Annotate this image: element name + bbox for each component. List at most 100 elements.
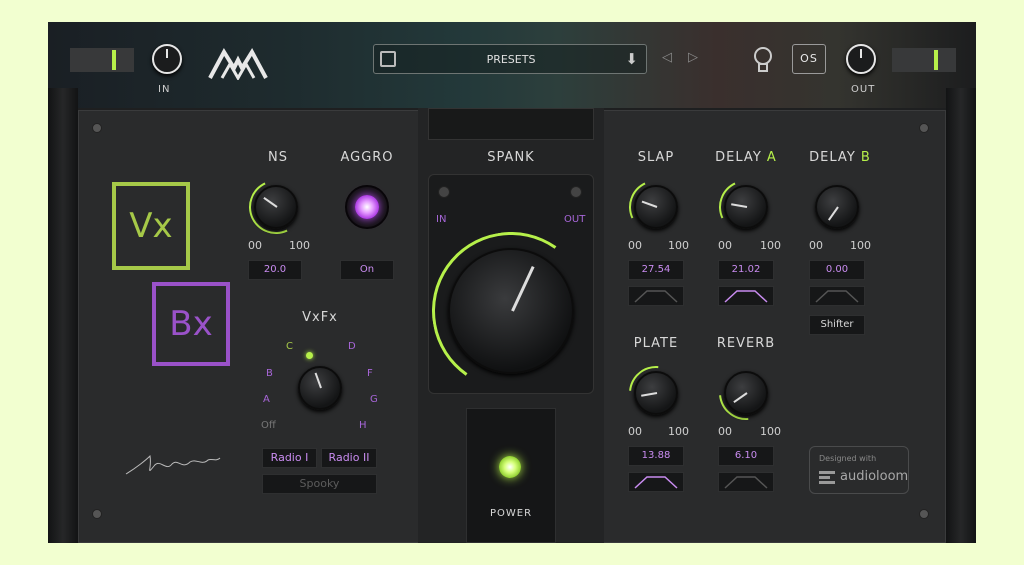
aggro-value[interactable]: On bbox=[340, 260, 394, 280]
input-gain-knob[interactable] bbox=[152, 44, 182, 74]
preset-selector[interactable]: PRESETS ⬇ bbox=[373, 44, 647, 74]
delay-b-value[interactable]: 0.00 bbox=[809, 260, 865, 280]
spank-knob[interactable] bbox=[448, 248, 574, 374]
ns-knob[interactable] bbox=[254, 185, 298, 229]
spank-section: SPANK IN OUT POWER bbox=[418, 108, 604, 543]
plate-shape-button[interactable] bbox=[628, 472, 684, 492]
power-led-button[interactable] bbox=[499, 456, 521, 478]
plugin-window: IN PRESETS ⬇ ◁ ▷ OS OUT Vx Bx NS 00 100 … bbox=[48, 22, 976, 543]
screw-icon bbox=[92, 123, 102, 133]
delay-b-shape-button[interactable] bbox=[809, 286, 865, 306]
delay-a-max-label: 100 bbox=[760, 239, 781, 252]
reverb-min-label: 00 bbox=[718, 425, 732, 438]
ns-value[interactable]: 20.0 bbox=[248, 260, 302, 280]
delay-a-title-text: DELAY bbox=[715, 150, 762, 165]
trapezoid-icon bbox=[634, 476, 678, 489]
vxfx-pos-off[interactable]: Off bbox=[261, 420, 276, 431]
ns-min-label: 00 bbox=[248, 239, 262, 252]
screw-icon bbox=[570, 186, 582, 198]
delay-a-suffix: A bbox=[766, 150, 777, 165]
vxfx-pos-c[interactable]: C bbox=[286, 341, 293, 352]
oversampling-button[interactable]: OS bbox=[792, 44, 826, 74]
vxfx-pos-h[interactable]: H bbox=[359, 420, 367, 431]
delay-a-title: DELAY A bbox=[708, 150, 784, 165]
delay-a-shape-button[interactable] bbox=[718, 286, 774, 306]
vxfx-active-led-icon bbox=[306, 352, 313, 359]
plate-title: PLATE bbox=[633, 336, 679, 351]
plate-knob[interactable] bbox=[634, 371, 678, 415]
next-preset-icon[interactable]: ▷ bbox=[688, 50, 698, 65]
slap-min-label: 00 bbox=[628, 239, 642, 252]
left-rail bbox=[48, 88, 78, 543]
slap-max-label: 100 bbox=[668, 239, 689, 252]
lightbulb-icon[interactable] bbox=[752, 46, 774, 74]
delay-b-min-label: 00 bbox=[809, 239, 823, 252]
top-bar: IN PRESETS ⬇ ◁ ▷ OS OUT bbox=[48, 22, 976, 108]
reverb-knob[interactable] bbox=[724, 371, 768, 415]
credit-badge[interactable]: Designed with audioloom bbox=[809, 446, 909, 494]
input-label: IN bbox=[158, 84, 171, 95]
input-meter bbox=[70, 48, 134, 72]
spooky-button[interactable]: Spooky bbox=[262, 474, 377, 494]
trapezoid-icon bbox=[634, 290, 678, 303]
designed-with-label: Designed with bbox=[819, 454, 877, 463]
output-gain-knob[interactable] bbox=[846, 44, 876, 74]
vxfx-pos-f[interactable]: F bbox=[367, 368, 373, 379]
slap-title: SLAP bbox=[637, 150, 675, 165]
reverb-value[interactable]: 6.10 bbox=[718, 446, 774, 466]
reverb-title: REVERB bbox=[716, 336, 776, 351]
output-label: OUT bbox=[851, 84, 876, 95]
delay-a-knob[interactable] bbox=[724, 185, 768, 229]
plate-value[interactable]: 13.88 bbox=[628, 446, 684, 466]
vxfx-pos-b[interactable]: B bbox=[266, 368, 273, 379]
screw-icon bbox=[919, 509, 929, 519]
ns-max-label: 100 bbox=[289, 239, 310, 252]
signature-icon bbox=[125, 454, 221, 475]
screw-icon bbox=[919, 123, 929, 133]
plate-max-label: 100 bbox=[668, 425, 689, 438]
spank-title: SPANK bbox=[487, 150, 535, 165]
vxfx-selector-knob[interactable] bbox=[298, 366, 342, 410]
spank-top-slot bbox=[428, 108, 594, 140]
vxfx-pos-g[interactable]: G bbox=[370, 394, 378, 405]
trapezoid-icon bbox=[815, 290, 859, 303]
delay-b-title: DELAY B bbox=[801, 150, 879, 165]
right-rail bbox=[946, 88, 976, 543]
ns-title: NS bbox=[268, 150, 288, 165]
slap-value[interactable]: 27.54 bbox=[628, 260, 684, 280]
download-icon[interactable]: ⬇ bbox=[625, 50, 638, 68]
trapezoid-icon bbox=[724, 290, 768, 303]
screw-icon bbox=[438, 186, 450, 198]
delay-a-value[interactable]: 21.02 bbox=[718, 260, 774, 280]
delay-b-knob[interactable] bbox=[815, 185, 859, 229]
reverb-max-label: 100 bbox=[760, 425, 781, 438]
vxfx-pos-d[interactable]: D bbox=[348, 341, 356, 352]
spank-out-label: OUT bbox=[564, 214, 586, 225]
radio-ii-button[interactable]: Radio II bbox=[321, 448, 377, 468]
delay-b-title-text: DELAY bbox=[809, 150, 856, 165]
presets-label: PRESETS bbox=[486, 53, 536, 66]
plate-min-label: 00 bbox=[628, 425, 642, 438]
aggro-title: AGGRO bbox=[340, 150, 394, 165]
bx-logo: Bx bbox=[152, 282, 230, 366]
shifter-button[interactable]: Shifter bbox=[809, 315, 865, 335]
trapezoid-icon bbox=[724, 476, 768, 489]
vxfx-pos-a[interactable]: A bbox=[263, 394, 270, 405]
delay-b-max-label: 100 bbox=[850, 239, 871, 252]
delay-b-suffix: B bbox=[860, 150, 871, 165]
vxfx-title: VxFx bbox=[302, 310, 338, 325]
audioloom-logo-icon bbox=[819, 471, 835, 485]
aggro-button[interactable] bbox=[345, 185, 389, 229]
spank-in-label: IN bbox=[436, 214, 447, 225]
audioloom-brand: audioloom bbox=[840, 469, 909, 484]
brand-logo-icon bbox=[208, 48, 268, 80]
delay-a-min-label: 00 bbox=[718, 239, 732, 252]
slap-knob[interactable] bbox=[634, 185, 678, 229]
reverb-shape-button[interactable] bbox=[718, 472, 774, 492]
vx-logo: Vx bbox=[112, 182, 190, 270]
slap-shape-button[interactable] bbox=[628, 286, 684, 306]
prev-preset-icon[interactable]: ◁ bbox=[662, 50, 672, 65]
radio-i-button[interactable]: Radio I bbox=[262, 448, 317, 468]
output-meter bbox=[892, 48, 956, 72]
aggro-led-icon bbox=[355, 195, 379, 219]
